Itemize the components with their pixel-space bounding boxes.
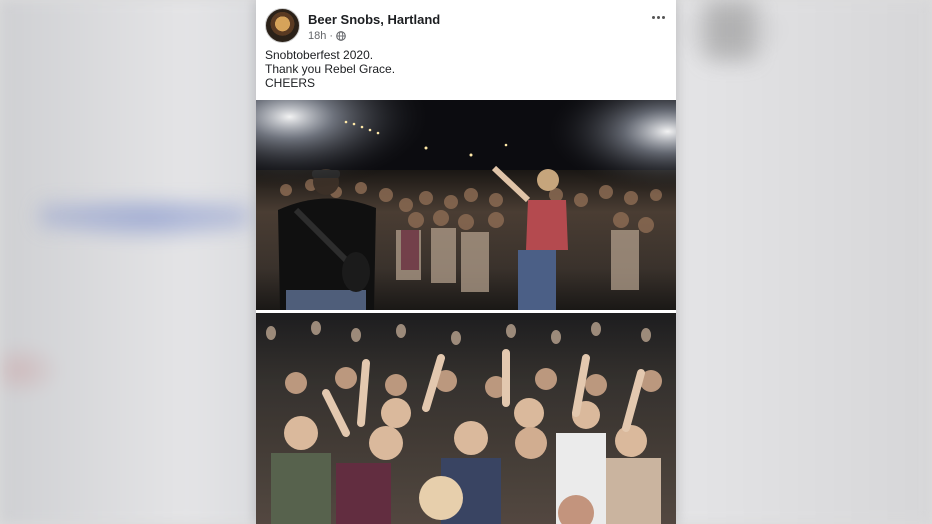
background-blur-shape [40, 205, 250, 227]
post-caption: Snobtoberfest 2020. Thank you Rebel Grac… [265, 48, 395, 90]
more-dot [656, 15, 660, 19]
page-avatar[interactable] [265, 8, 300, 43]
caption-line: Snobtoberfest 2020. [265, 48, 374, 62]
more-dots-icon [651, 15, 655, 19]
post-timestamp[interactable]: 18h [308, 30, 326, 42]
post-meta: 18h · [308, 30, 346, 42]
crowd-selfie-photo[interactable] [256, 313, 676, 524]
caption-line: CHEERS [265, 76, 316, 90]
band-on-stage-photo[interactable] [256, 100, 676, 310]
more-dot [661, 15, 665, 19]
facebook-post-card: Beer Snobs, Hartland 18h · Snobtoberfest… [256, 0, 676, 524]
more-options-button[interactable] [646, 8, 670, 26]
meta-separator: · [329, 30, 334, 42]
post-header: Beer Snobs, Hartland 18h · Snobtoberfest… [256, 0, 676, 100]
page-name-link[interactable]: Beer Snobs, Hartland [308, 12, 440, 27]
background-blur-shape [705, 0, 755, 60]
caption-line: Thank you Rebel Grace. [265, 62, 396, 76]
globe-icon [336, 31, 346, 41]
